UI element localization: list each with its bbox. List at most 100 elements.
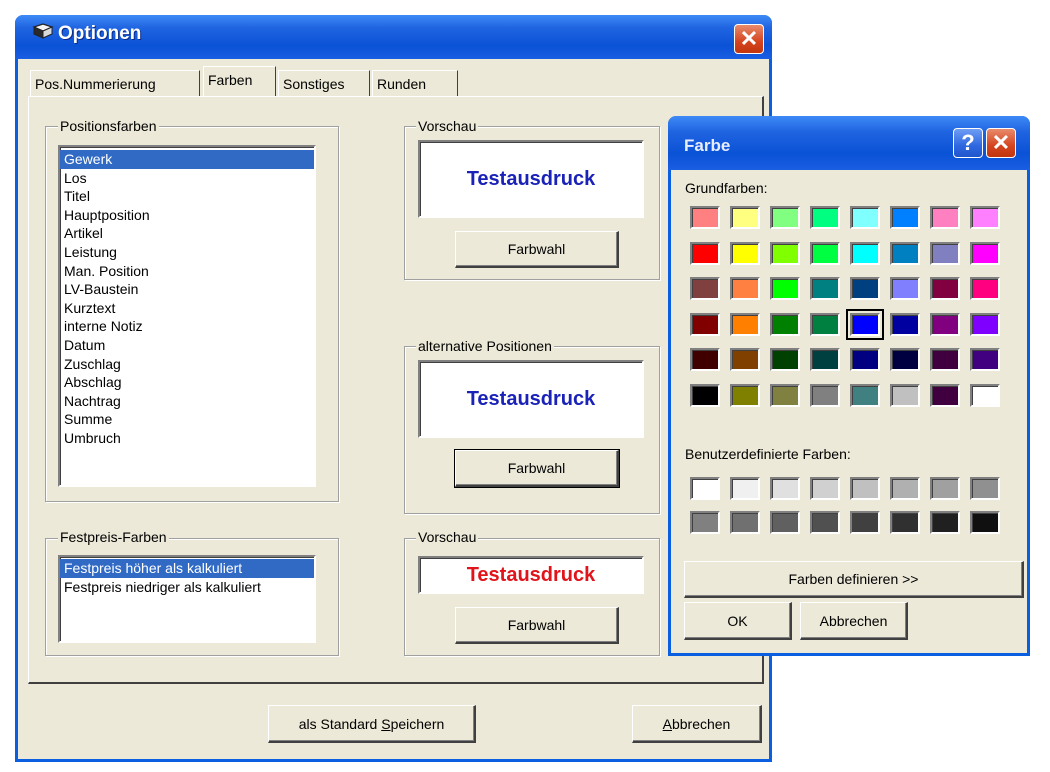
list-item[interactable]: Gewerk	[60, 150, 314, 169]
color-swatch[interactable]	[810, 241, 840, 265]
color-swatch[interactable]	[970, 241, 1000, 265]
color-swatch[interactable]	[690, 511, 720, 534]
list-item[interactable]: Festpreis höher als kalkuliert	[60, 559, 314, 578]
list-item[interactable]: LV-Baustein	[60, 280, 314, 299]
color-swatch[interactable]	[810, 348, 840, 371]
color-swatch[interactable]	[930, 277, 960, 300]
list-item[interactable]: Titel	[60, 187, 314, 206]
color-swatch[interactable]	[690, 383, 720, 407]
list-item[interactable]: Hauptposition	[60, 206, 314, 225]
color-swatch[interactable]	[850, 277, 880, 300]
list-item[interactable]: Kurztext	[60, 299, 314, 318]
color-swatch[interactable]	[850, 383, 880, 407]
color-swatch[interactable]	[810, 277, 840, 300]
color-swatch[interactable]	[730, 241, 760, 265]
color-swatch[interactable]	[730, 477, 760, 500]
color-swatch[interactable]	[770, 277, 800, 300]
color-swatch[interactable]	[850, 206, 880, 229]
list-item[interactable]: Umbruch	[60, 429, 314, 448]
color-swatch[interactable]	[690, 312, 720, 336]
color-swatch[interactable]	[890, 511, 920, 534]
color-swatch[interactable]	[970, 477, 1000, 500]
tab-farben[interactable]: Farben	[203, 66, 276, 96]
color-swatch[interactable]	[930, 383, 960, 407]
color-swatch[interactable]	[810, 312, 840, 336]
color-swatch[interactable]	[770, 477, 800, 500]
list-item[interactable]: Zuschlag	[60, 355, 314, 374]
color-swatch[interactable]	[730, 348, 760, 371]
farbwahl-button[interactable]: Farbwahl	[454, 449, 620, 488]
color-swatch[interactable]	[970, 312, 1000, 336]
color-swatch[interactable]	[770, 348, 800, 371]
color-swatch[interactable]	[970, 348, 1000, 371]
color-swatch[interactable]	[770, 241, 800, 265]
help-button[interactable]: ?	[953, 128, 983, 158]
color-swatch[interactable]	[970, 206, 1000, 229]
color-swatch[interactable]	[730, 206, 760, 229]
color-swatch[interactable]	[890, 348, 920, 371]
color-swatch[interactable]	[930, 312, 960, 336]
list-item[interactable]: Festpreis niedriger als kalkuliert	[60, 578, 314, 597]
festpreis-list[interactable]: Festpreis höher als kalkuliert Festpreis …	[58, 555, 316, 643]
color-swatch[interactable]	[970, 511, 1000, 534]
color-swatch[interactable]	[730, 383, 760, 407]
color-swatch[interactable]	[930, 348, 960, 371]
color-swatch[interactable]	[690, 206, 720, 229]
color-swatch[interactable]	[890, 383, 920, 407]
color-swatch[interactable]	[970, 277, 1000, 300]
list-item[interactable]: Artikel	[60, 224, 314, 243]
color-swatch[interactable]	[770, 383, 800, 407]
color-swatch[interactable]	[810, 383, 840, 407]
color-swatch[interactable]	[770, 312, 800, 336]
color-swatch[interactable]	[930, 511, 960, 534]
color-swatch[interactable]	[930, 241, 960, 265]
color-swatch[interactable]	[810, 511, 840, 534]
save-default-button[interactable]: als Standard Speichern	[268, 705, 476, 743]
color-swatch[interactable]	[930, 477, 960, 500]
color-swatch[interactable]	[850, 348, 880, 371]
color-swatch[interactable]	[690, 241, 720, 265]
tab-sonstiges[interactable]: Sonstiges	[278, 70, 370, 96]
list-item[interactable]: Man. Position	[60, 262, 314, 281]
list-item[interactable]: Summe	[60, 410, 314, 429]
color-swatch[interactable]	[890, 312, 920, 336]
color-swatch[interactable]	[846, 308, 884, 340]
farbwahl-button[interactable]: Farbwahl	[455, 231, 619, 268]
tab-runden[interactable]: Runden	[372, 70, 458, 96]
color-swatch[interactable]	[690, 277, 720, 300]
list-item[interactable]: interne Notiz	[60, 317, 314, 336]
color-swatch[interactable]	[850, 477, 880, 500]
color-swatch[interactable]	[930, 206, 960, 229]
color-swatch[interactable]	[770, 511, 800, 534]
positionsfarben-list[interactable]: Gewerk Los Titel Hauptposition Artikel Leistu…	[58, 145, 316, 487]
color-swatch[interactable]	[690, 348, 720, 371]
color-swatch[interactable]	[810, 206, 840, 229]
color-swatch[interactable]	[890, 206, 920, 229]
list-item[interactable]: Leistung	[60, 243, 314, 262]
color-swatch[interactable]	[730, 277, 760, 300]
list-item[interactable]: Datum	[60, 336, 314, 355]
color-swatch[interactable]	[690, 477, 720, 500]
list-item[interactable]: Los	[60, 169, 314, 188]
color-swatch[interactable]	[890, 477, 920, 500]
color-swatch[interactable]	[730, 312, 760, 336]
color-cancel-button[interactable]: Abbrechen	[800, 602, 908, 640]
color-swatch[interactable]	[890, 241, 920, 265]
color-swatch[interactable]	[890, 277, 920, 300]
ok-button[interactable]: OK	[684, 602, 792, 640]
list-item[interactable]: Nachtrag	[60, 392, 314, 411]
farbwahl-button[interactable]: Farbwahl	[455, 607, 619, 644]
color-swatch[interactable]	[970, 383, 1000, 407]
color-dialog-close-button[interactable]: ✕	[986, 128, 1016, 158]
vorschau-label: Vorschau	[416, 529, 479, 545]
tab-pos-nummerierung[interactable]: Pos.Nummerierung	[30, 70, 200, 96]
color-swatch[interactable]	[770, 206, 800, 229]
list-item[interactable]: Abschlag	[60, 373, 314, 392]
cancel-button[interactable]: Abbrechen	[632, 705, 762, 743]
close-button[interactable]: ✕	[734, 24, 764, 54]
color-swatch[interactable]	[850, 511, 880, 534]
color-swatch[interactable]	[810, 477, 840, 500]
define-colors-button[interactable]: Farben definieren >>	[684, 561, 1024, 598]
color-swatch[interactable]	[730, 511, 760, 534]
color-swatch[interactable]	[850, 241, 880, 265]
